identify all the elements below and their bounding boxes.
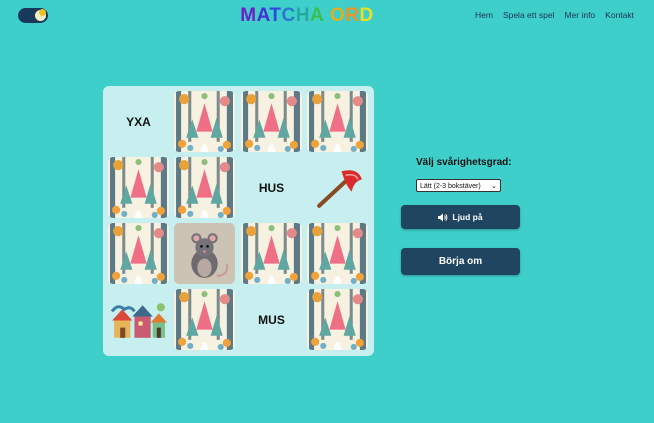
sound-button-label: Ljud på <box>452 212 483 222</box>
word-card-label: MUS <box>258 312 285 327</box>
sound-button[interactable]: Ljud på <box>401 205 520 229</box>
houses-icon <box>108 289 169 350</box>
axe-icon <box>307 157 368 218</box>
title-letter: O <box>329 5 346 26</box>
speaker-icon <box>438 213 448 221</box>
nav-item-home[interactable]: Hem <box>475 10 493 20</box>
card-back[interactable] <box>174 157 235 218</box>
card-back[interactable] <box>307 289 368 350</box>
card-back[interactable] <box>174 91 235 152</box>
picture-card[interactable] <box>307 157 368 218</box>
card-back[interactable] <box>307 223 368 284</box>
card-back[interactable] <box>174 289 235 350</box>
card-back[interactable] <box>241 223 302 284</box>
chevron-down-icon: ⌄ <box>491 183 497 190</box>
mouse-icon <box>174 223 235 284</box>
title-letter: A <box>309 5 325 26</box>
difficulty-select[interactable]: Lätt (2-3 bokstäver) ⌄ <box>416 179 501 192</box>
word-card[interactable]: YXA <box>108 91 169 152</box>
word-card-label: YXA <box>126 114 151 129</box>
picture-card[interactable] <box>108 289 169 350</box>
title-letter: R <box>345 5 360 26</box>
game-board: YXA HUS MUS <box>103 86 374 356</box>
restart-button[interactable]: Börja om <box>401 248 520 275</box>
difficulty-selected-value: Lätt (2-3 bokstäver) <box>420 183 481 190</box>
word-card[interactable]: MUS <box>241 289 302 350</box>
title-letter: C <box>281 5 296 26</box>
difficulty-label: Välj svårighetsgrad: <box>416 157 512 168</box>
title-letter: T <box>269 5 282 26</box>
title-letter: M <box>240 5 257 26</box>
word-card[interactable]: HUS <box>241 157 302 218</box>
word-card-label: HUS <box>258 180 285 195</box>
nav-item-play[interactable]: Spela ett spel <box>503 10 555 20</box>
title-letter: A <box>256 5 270 26</box>
card-back[interactable] <box>241 91 302 152</box>
title-letter: H <box>295 5 310 26</box>
title-letter: D <box>359 5 374 26</box>
card-back[interactable] <box>108 223 169 284</box>
picture-card[interactable] <box>174 223 235 284</box>
nav-item-info[interactable]: Mer info <box>564 10 595 20</box>
card-back[interactable] <box>307 91 368 152</box>
main-nav: Hem Spela ett spel Mer info Kontakt <box>475 10 634 20</box>
card-back[interactable] <box>108 157 169 218</box>
nav-item-contact[interactable]: Kontakt <box>605 10 634 20</box>
